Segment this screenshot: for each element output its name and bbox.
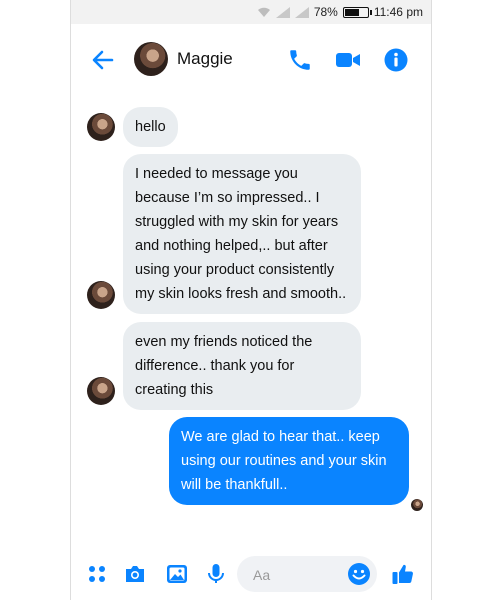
messenger-screen: 78% 11:46 pm Maggie hello I needed to me…: [70, 0, 432, 600]
incoming-message[interactable]: even my friends noticed the difference..…: [123, 322, 361, 410]
call-button[interactable]: [287, 47, 313, 73]
chat-header: Maggie: [71, 34, 431, 86]
contact-avatar[interactable]: [134, 42, 168, 76]
image-icon: [167, 565, 187, 583]
sender-avatar: [87, 281, 115, 309]
smiley-icon: [348, 563, 370, 585]
battery-icon: [342, 6, 372, 18]
thumbs-up-icon: [392, 564, 413, 584]
more-actions-button[interactable]: [85, 562, 109, 586]
info-icon: [384, 48, 408, 72]
voice-button[interactable]: [204, 562, 228, 586]
message-composer: [71, 552, 431, 596]
signal-icon-2: [294, 6, 309, 18]
emoji-button[interactable]: [347, 562, 371, 586]
sender-avatar: [87, 377, 115, 405]
incoming-message[interactable]: hello: [123, 107, 178, 147]
battery-percent: 78%: [313, 5, 338, 19]
outgoing-message[interactable]: We are glad to hear that.. keep using ou…: [169, 417, 409, 505]
camera-button[interactable]: [123, 562, 147, 586]
microphone-icon: [208, 564, 224, 583]
message-input-container: [237, 556, 377, 594]
back-button[interactable]: [89, 46, 117, 74]
incoming-message[interactable]: I needed to message you because I’m so i…: [123, 154, 361, 314]
signal-icon: [275, 6, 290, 18]
contact-name[interactable]: Maggie: [177, 49, 233, 69]
status-bar: 78% 11:46 pm: [71, 0, 431, 24]
phone-icon: [290, 50, 310, 70]
wifi-icon: [257, 7, 271, 18]
arrow-left-icon: [92, 50, 114, 70]
dots-grid-icon: [89, 566, 105, 582]
video-call-button[interactable]: [335, 47, 361, 73]
seen-indicator-avatar: [411, 499, 423, 511]
sender-avatar: [87, 113, 115, 141]
info-button[interactable]: [383, 47, 409, 73]
video-camera-icon: [336, 53, 360, 67]
status-time: 11:46 pm: [373, 5, 423, 19]
like-button[interactable]: [391, 562, 415, 586]
message-input[interactable]: [237, 556, 351, 594]
camera-icon: [126, 566, 144, 582]
gallery-button[interactable]: [165, 562, 189, 586]
